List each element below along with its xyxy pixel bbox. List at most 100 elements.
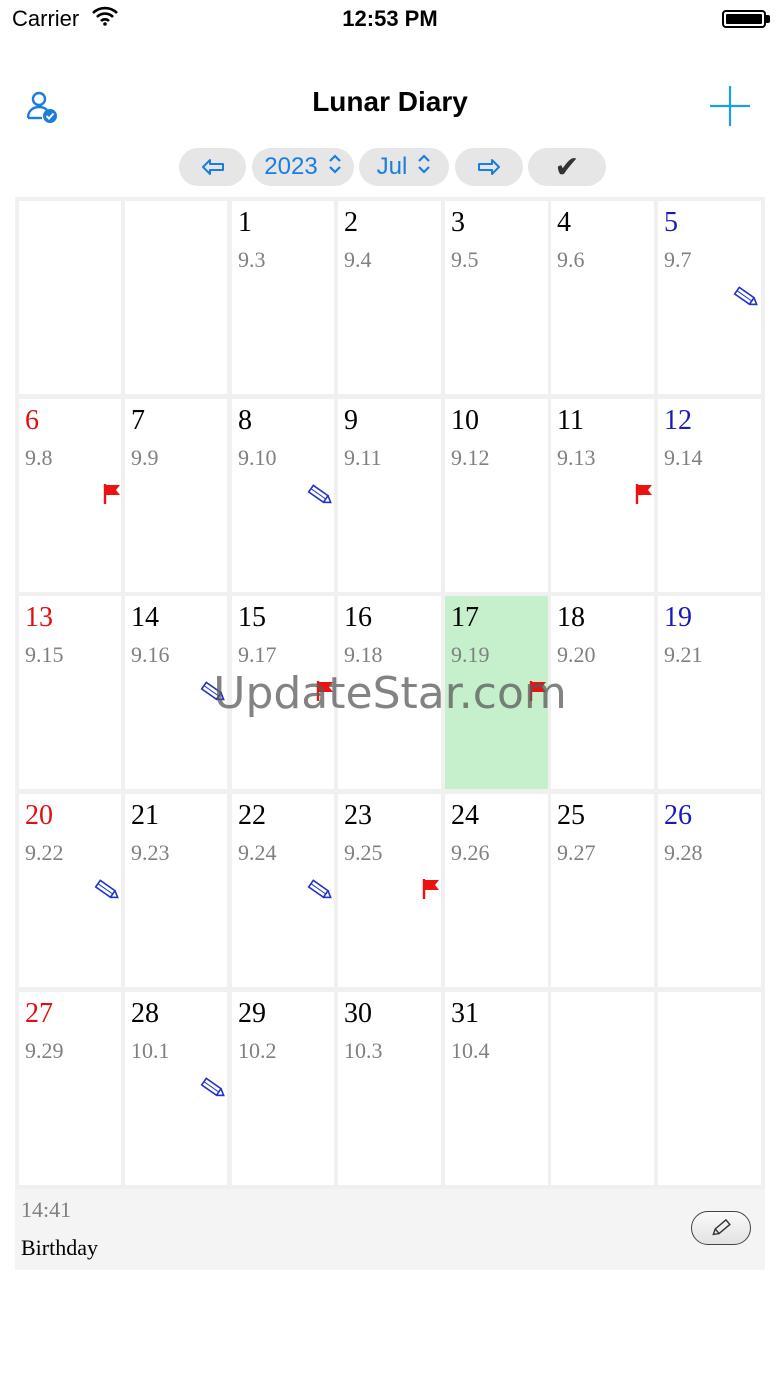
day-number: 7 xyxy=(131,405,145,436)
day-number: 6 xyxy=(25,405,39,436)
calendar-day-cell[interactable]: 25 9.27 xyxy=(551,794,654,987)
calendar-day-cell[interactable]: 6 9.8 xyxy=(19,399,121,592)
calendar-day-cell[interactable]: 4 9.6 xyxy=(551,201,654,394)
edit-entry-button[interactable] xyxy=(691,1211,751,1245)
day-number: 19 xyxy=(664,602,692,633)
calendar-empty-cell xyxy=(658,992,761,1185)
calendar-day-cell[interactable]: 17 9.19 xyxy=(445,596,548,789)
calendar-day-cell[interactable]: 10 9.12 xyxy=(445,399,548,592)
day-number: 13 xyxy=(25,602,53,633)
flag-icon xyxy=(422,878,440,900)
day-number: 12 xyxy=(664,405,692,436)
calendar-day-cell[interactable]: 20 9.22 xyxy=(19,794,121,987)
calendar-empty-cell xyxy=(551,992,654,1185)
month-select[interactable]: Jul xyxy=(359,148,449,186)
day-number: 11 xyxy=(557,405,584,436)
calendar-day-cell[interactable]: 16 9.18 xyxy=(338,596,441,789)
calendar-empty-cell xyxy=(19,201,121,394)
prev-month-button[interactable] xyxy=(179,148,246,186)
lunar-date: 9.9 xyxy=(131,445,159,470)
calendar-day-cell[interactable]: 5 9.7 xyxy=(658,201,761,394)
pencil-icon xyxy=(93,876,121,904)
calendar-day-cell[interactable]: 13 9.15 xyxy=(19,596,121,789)
lunar-date: 10.2 xyxy=(238,1038,277,1063)
lunar-date: 9.7 xyxy=(664,247,692,272)
calendar-day-cell[interactable]: 3 9.5 xyxy=(445,201,548,394)
calendar-day-cell[interactable]: 23 9.25 xyxy=(338,794,441,987)
calendar-day-cell[interactable]: 9 9.11 xyxy=(338,399,441,592)
calendar-grid: 1 9.3 2 9.4 3 9.5 4 9.6 5 9.7 6 9.8 7 9.9 8 9.10 9 9.11 10… xyxy=(15,197,765,1189)
calendar-day-cell[interactable]: 2 9.4 xyxy=(338,201,441,394)
day-number: 4 xyxy=(557,207,571,238)
month-value: Jul xyxy=(376,153,408,180)
lunar-date: 9.14 xyxy=(664,445,703,470)
lunar-date: 9.8 xyxy=(25,445,53,470)
lunar-date: 9.23 xyxy=(131,840,170,865)
calendar-empty-cell xyxy=(125,201,227,394)
calendar-day-cell[interactable]: 11 9.13 xyxy=(551,399,654,592)
calendar-day-cell[interactable]: 24 9.26 xyxy=(445,794,548,987)
day-number: 18 xyxy=(557,602,585,633)
day-number: 17 xyxy=(451,602,479,633)
day-number: 28 xyxy=(131,998,159,1029)
lunar-date: 9.18 xyxy=(344,642,383,667)
calendar-day-cell[interactable]: 7 9.9 xyxy=(125,399,227,592)
lunar-date: 9.3 xyxy=(238,247,266,272)
flag-icon xyxy=(635,483,653,505)
day-number: 26 xyxy=(664,800,692,831)
month-toolbar: 2023 Jul ✔ xyxy=(0,148,780,188)
diary-entry-panel[interactable]: 14:41 Birthday xyxy=(15,1189,765,1270)
lunar-date: 9.10 xyxy=(238,445,277,470)
flag-icon xyxy=(103,483,121,505)
arrow-left-icon xyxy=(201,159,224,175)
lunar-date: 10.1 xyxy=(131,1038,170,1063)
calendar-day-cell[interactable]: 31 10.4 xyxy=(445,992,548,1185)
calendar-day-cell[interactable]: 1 9.3 xyxy=(232,201,334,394)
day-number: 5 xyxy=(664,207,678,238)
lunar-date: 9.19 xyxy=(451,642,490,667)
calendar-day-cell[interactable]: 26 9.28 xyxy=(658,794,761,987)
pencil-icon xyxy=(199,678,227,706)
calendar-day-cell[interactable]: 22 9.24 xyxy=(232,794,334,987)
add-icon[interactable] xyxy=(708,84,752,128)
year-select[interactable]: 2023 xyxy=(252,148,354,186)
calendar-day-cell[interactable]: 28 10.1 xyxy=(125,992,227,1185)
calendar-day-cell[interactable]: 29 10.2 xyxy=(232,992,334,1185)
day-number: 29 xyxy=(238,998,266,1029)
pencil-icon xyxy=(732,283,760,311)
day-number: 22 xyxy=(238,800,266,831)
arrow-right-icon xyxy=(478,159,500,175)
day-number: 10 xyxy=(451,405,479,436)
year-value: 2023 xyxy=(264,153,318,180)
pencil-icon xyxy=(712,1218,731,1236)
battery-nub xyxy=(766,15,770,23)
next-month-button[interactable] xyxy=(455,148,523,186)
entry-time: 14:41 xyxy=(21,1197,72,1222)
day-number: 20 xyxy=(25,800,53,831)
calendar-day-cell[interactable]: 21 9.23 xyxy=(125,794,227,987)
day-number: 1 xyxy=(238,207,252,238)
day-number: 25 xyxy=(557,800,585,831)
calendar-day-cell[interactable]: 30 10.3 xyxy=(338,992,441,1185)
calendar-day-cell[interactable]: 8 9.10 xyxy=(232,399,334,592)
day-number: 23 xyxy=(344,800,372,831)
day-number: 14 xyxy=(131,602,159,633)
lunar-date: 10.3 xyxy=(344,1038,383,1063)
lunar-date: 9.6 xyxy=(557,247,585,272)
day-number: 30 xyxy=(344,998,372,1029)
calendar-day-cell[interactable]: 18 9.20 xyxy=(551,596,654,789)
lunar-date: 9.27 xyxy=(557,840,596,865)
day-number: 24 xyxy=(451,800,479,831)
calendar-day-cell[interactable]: 12 9.14 xyxy=(658,399,761,592)
flag-icon xyxy=(316,680,334,702)
pencil-icon xyxy=(306,876,334,904)
calendar-day-cell[interactable]: 19 9.21 xyxy=(658,596,761,789)
lunar-date: 9.29 xyxy=(25,1038,64,1063)
calendar-day-cell[interactable]: 14 9.16 xyxy=(125,596,227,789)
status-time: 12:53 PM xyxy=(342,6,438,31)
lunar-date: 9.24 xyxy=(238,840,277,865)
battery-icon xyxy=(722,10,766,28)
calendar-day-cell[interactable]: 27 9.29 xyxy=(19,992,121,1185)
confirm-button[interactable]: ✔ xyxy=(528,148,606,186)
calendar-day-cell[interactable]: 15 9.17 xyxy=(232,596,334,789)
